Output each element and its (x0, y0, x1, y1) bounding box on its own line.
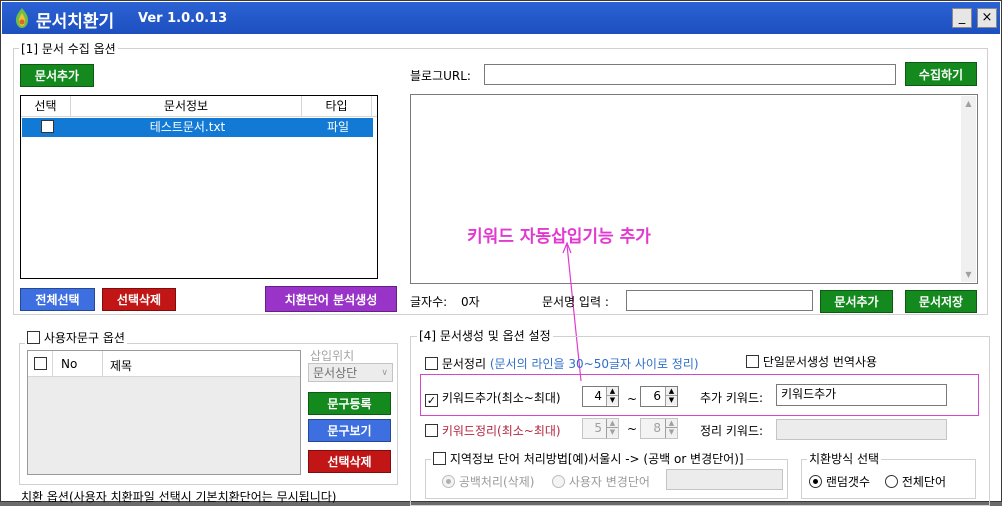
char-count-label: 글자수: (410, 295, 448, 309)
doc-cleanup-checkbox[interactable] (425, 357, 438, 370)
spin-down-icon[interactable]: ▼ (607, 428, 618, 437)
scroll-down-icon[interactable]: ▼ (961, 267, 976, 282)
keyword-cleanup-min-spinner[interactable]: 5 ▲ ▼ (582, 418, 619, 439)
extra-keyword-input[interactable]: 키워드추가 (776, 384, 947, 406)
doc-cleanup-option[interactable]: 문서정리 (문서의 라인을 30~50글자 사이로 정리) (425, 355, 699, 372)
app-icon (16, 8, 28, 28)
keyword-add-option[interactable]: ✓ 키워드추가(최소~최대) (425, 389, 561, 407)
range-tilde-2: ~ (627, 422, 638, 436)
keyword-add-min-spinner[interactable]: 4 ▲ ▼ (582, 386, 619, 407)
user-phrase-list[interactable]: No 제목 (27, 350, 301, 475)
textarea-scrollbar[interactable]: ▲ ▼ (961, 96, 976, 282)
add-document-button-2[interactable]: 문서추가 (820, 290, 893, 313)
char-count-value: 0자 (461, 295, 480, 309)
region-blank-option[interactable]: 공백처리(삭제) (442, 473, 534, 490)
doc-info-cell: 테스트문서.txt (149, 120, 226, 134)
delete-phrase-button[interactable]: 선택삭제 (308, 450, 391, 473)
col-select[interactable]: 선택 (21, 96, 71, 117)
select-all-button[interactable]: 전체선택 (20, 288, 95, 311)
random-count-radio[interactable] (809, 475, 822, 488)
col-title[interactable]: 제목 (110, 357, 132, 374)
replace-method-label: 치환방식 선택 (807, 450, 882, 467)
keyword-cleanup-max-spinner[interactable]: 8 ▲ ▼ (640, 418, 678, 439)
spin-down-icon[interactable]: ▼ (666, 428, 677, 437)
region-checkbox[interactable] (433, 452, 446, 465)
user-phrase-toggle[interactable]: 사용자문구 옵션 (25, 329, 127, 346)
version-label: Ver 1.0.0.13 (138, 11, 228, 26)
cleanup-keyword-label: 정리 키워드: (700, 424, 764, 438)
spin-down-icon[interactable]: ▼ (666, 396, 677, 405)
minimize-button[interactable]: _ (952, 8, 972, 28)
document-list-header: 선택 문서정보 타입 (21, 96, 377, 117)
add-document-button[interactable]: 문서추가 (20, 64, 94, 87)
analyze-replace-words-button[interactable]: 치환단어 분석생성 (265, 286, 397, 312)
close-button[interactable]: × (977, 8, 997, 28)
col-no[interactable]: No (61, 357, 77, 371)
region-user-input[interactable] (666, 469, 783, 490)
doc-name-label: 문서명 입력 : (542, 295, 609, 309)
list-item[interactable]: 테스트문서.txt 파일 (22, 118, 373, 137)
blog-url-label: 블로그URL: (410, 69, 471, 83)
scroll-up-icon[interactable]: ▲ (961, 96, 976, 111)
spin-up-icon[interactable]: ▲ (666, 419, 677, 428)
collect-button[interactable]: 수집하기 (905, 62, 977, 86)
single-translate-option[interactable]: 단일문서생성 번역사용 (746, 353, 877, 370)
insert-position-label: 삽입위치 (310, 349, 355, 363)
range-tilde: ~ (627, 392, 638, 406)
all-words-option[interactable]: 전체단어 (885, 473, 946, 490)
window-title: 문서치환기 (36, 12, 115, 32)
spin-down-icon[interactable]: ▼ (607, 396, 618, 405)
keyword-add-max-spinner[interactable]: 6 ▲ ▼ (640, 386, 678, 407)
spin-up-icon[interactable]: ▲ (607, 387, 618, 396)
document-textarea[interactable]: ▲ ▼ (410, 94, 978, 284)
collect-options-label: [1] 문서 수집 옵션 (19, 40, 118, 57)
keyword-cleanup-option[interactable]: 키워드정리(최소~최대) (425, 422, 561, 439)
doc-name-input[interactable] (626, 290, 813, 311)
random-count-option[interactable]: 랜덤갯수 (809, 473, 870, 490)
replace-options-label: 치환 옵션(사용자 치환파일 선택시 기본치환단어는 무시됩니다) (21, 490, 337, 504)
insert-position-select[interactable]: 문서상단 ∨ (308, 363, 393, 382)
cleanup-keyword-input[interactable] (776, 419, 947, 440)
close-icon: × (981, 10, 993, 25)
delete-selected-button[interactable]: 선택삭제 (102, 288, 176, 311)
col-doc-info[interactable]: 문서정보 (71, 96, 302, 117)
document-list[interactable]: 선택 문서정보 타입 테스트문서.txt 파일 (20, 95, 378, 279)
generate-options-label: [4] 문서생성 및 옵션 설정 (417, 327, 553, 344)
extra-keyword-label: 추가 키워드: (700, 391, 764, 405)
spin-up-icon[interactable]: ▲ (607, 419, 618, 428)
spin-up-icon[interactable]: ▲ (666, 387, 677, 396)
col-type[interactable]: 타입 (302, 96, 372, 117)
keyword-cleanup-checkbox[interactable] (425, 424, 438, 437)
region-blank-radio[interactable] (442, 475, 455, 488)
doc-cleanup-hint: (문서의 라인을 30~50글자 사이로 정리) (489, 357, 699, 371)
region-user-option[interactable]: 사용자 변경단어 (552, 473, 650, 490)
all-words-radio[interactable] (885, 475, 898, 488)
row-checkbox[interactable] (40, 120, 54, 133)
minimize-icon: _ (958, 10, 966, 25)
region-user-radio[interactable] (552, 475, 565, 488)
main-window: 문서치환기 Ver 1.0.0.13 _ × [1] 문서 수집 옵션 문서추가… (0, 0, 1002, 506)
user-phrase-list-header: No 제목 (28, 351, 300, 377)
view-phrase-button[interactable]: 문구보기 (308, 419, 391, 442)
user-phrase-checkbox[interactable] (27, 331, 40, 344)
single-translate-checkbox[interactable] (746, 355, 759, 368)
register-phrase-button[interactable]: 문구등록 (308, 392, 391, 415)
region-option[interactable]: 지역정보 단어 처리방법[예)서울시 -> (공백 or 변경단어)] (431, 450, 746, 467)
user-phrase-select-all-checkbox[interactable] (34, 357, 47, 370)
chevron-down-icon: ∨ (381, 368, 388, 378)
doc-type-cell: 파일 (326, 120, 350, 134)
save-document-button[interactable]: 문서저장 (905, 290, 977, 313)
blog-url-input[interactable] (484, 64, 896, 85)
title-bar: 문서치환기 Ver 1.0.0.13 _ × (2, 2, 1000, 34)
keyword-add-checkbox[interactable]: ✓ (425, 394, 438, 407)
